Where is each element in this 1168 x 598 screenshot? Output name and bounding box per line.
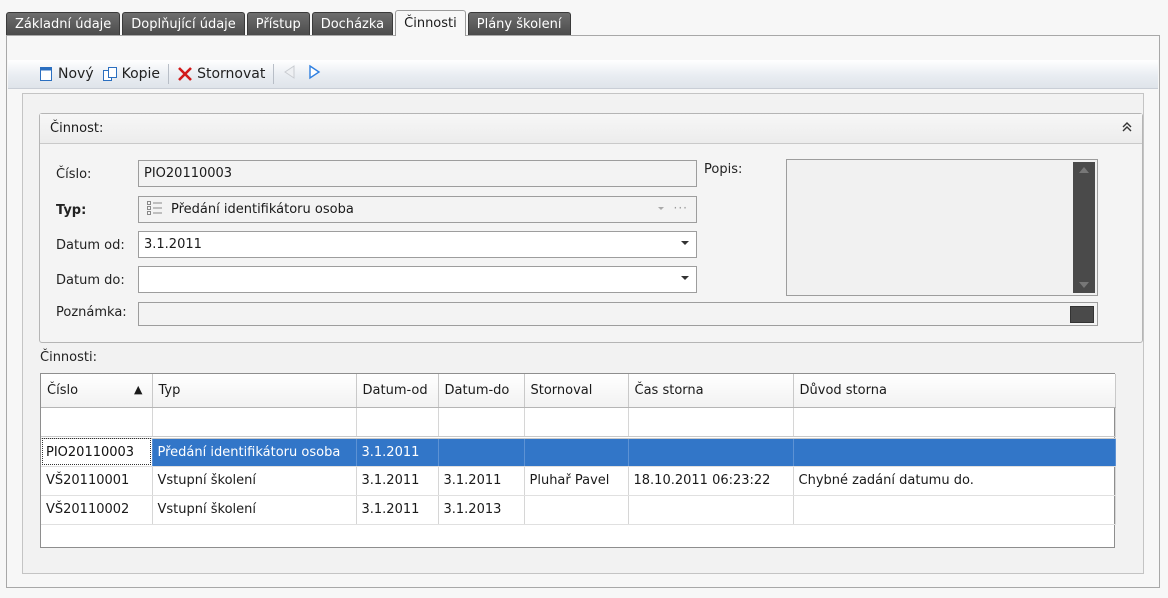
table-cell[interactable]: VŠ20110002 bbox=[41, 495, 153, 525]
chevron-down-icon[interactable] bbox=[681, 276, 689, 280]
popis-label: Popis: bbox=[704, 162, 743, 177]
column-header-cislo[interactable]: Číslo ▲ bbox=[41, 374, 153, 408]
filter-row[interactable] bbox=[41, 407, 1116, 439]
chevron-down-icon[interactable] bbox=[681, 241, 689, 245]
column-header-cas-storna[interactable]: Čas storna bbox=[628, 374, 794, 408]
table-row[interactable]: PIO20110003 Předání identifikátoru osoba… bbox=[41, 437, 1116, 467]
group-title: Činnost: bbox=[50, 121, 104, 136]
table-cell[interactable] bbox=[628, 495, 794, 525]
typ-value: Předání identifikátoru osoba bbox=[171, 202, 354, 217]
toolbar-separator bbox=[168, 64, 170, 84]
column-header-datum-do[interactable]: Datum-do bbox=[438, 374, 525, 408]
collapse-icon[interactable] bbox=[1122, 121, 1132, 136]
next-arrow-icon[interactable] bbox=[306, 64, 322, 84]
table-cell[interactable]: Předání identifikátoru osoba bbox=[152, 437, 357, 467]
table-cell[interactable] bbox=[524, 495, 629, 525]
filter-cell[interactable] bbox=[524, 407, 629, 439]
tab-cinnosti[interactable]: Činnosti bbox=[395, 10, 466, 36]
table-cell[interactable]: Chybné zadání datumu do. bbox=[793, 466, 1116, 496]
sort-ascending-icon: ▲ bbox=[134, 382, 143, 396]
datum-do-label: Datum do: bbox=[56, 273, 125, 288]
copy-icon bbox=[102, 66, 118, 82]
filter-cell[interactable] bbox=[628, 407, 794, 439]
scrollbar[interactable] bbox=[1073, 162, 1095, 293]
table-cell[interactable] bbox=[793, 495, 1116, 525]
table-cell[interactable]: 3.1.2011 bbox=[356, 466, 439, 496]
previous-arrow-icon[interactable] bbox=[282, 64, 298, 84]
table-cell[interactable]: 3.1.2011 bbox=[356, 495, 439, 525]
edit-note-button[interactable] bbox=[1070, 306, 1094, 323]
new-document-icon bbox=[38, 66, 54, 82]
table-cell[interactable]: PIO20110003 bbox=[41, 437, 153, 467]
tab-dochazka[interactable]: Docházka bbox=[311, 12, 394, 36]
column-header-duvod-storna[interactable]: Důvod storna bbox=[793, 374, 1116, 408]
ellipsis-icon[interactable]: ··· bbox=[674, 201, 688, 215]
copy-label: Kopie bbox=[121, 66, 161, 82]
table-cell[interactable] bbox=[524, 437, 629, 467]
table-cell[interactable]: 3.1.2013 bbox=[438, 495, 525, 525]
table-cell[interactable]: 3.1.2011 bbox=[438, 466, 525, 496]
table-cell[interactable]: VŠ20110001 bbox=[41, 466, 153, 496]
new-button[interactable]: Nový bbox=[34, 62, 98, 86]
table-cell[interactable]: Vstupní školení bbox=[152, 466, 357, 496]
column-header-datum-od[interactable]: Datum-od bbox=[356, 374, 439, 408]
cislo-field[interactable]: PIO20110003 bbox=[138, 160, 697, 187]
copy-button[interactable]: Kopie bbox=[98, 62, 164, 86]
scroll-up-icon[interactable] bbox=[1079, 167, 1089, 173]
new-label: Nový bbox=[58, 66, 94, 82]
popis-textarea[interactable] bbox=[786, 159, 1098, 296]
toolbar-separator bbox=[273, 64, 275, 84]
cislo-label: Číslo: bbox=[56, 167, 92, 182]
table-row[interactable]: VŠ20110002 Vstupní školení 3.1.2011 3.1.… bbox=[41, 495, 1116, 525]
table-row[interactable]: VŠ20110001 Vstupní školení 3.1.2011 3.1.… bbox=[41, 466, 1116, 496]
poznamka-label: Poznámka: bbox=[56, 305, 127, 320]
grid-title: Činnosti: bbox=[40, 350, 97, 365]
scroll-down-icon[interactable] bbox=[1079, 282, 1089, 288]
group-header: Činnost: bbox=[40, 114, 1142, 144]
table-cell[interactable]: 3.1.2011 bbox=[356, 437, 439, 467]
datum-od-label: Datum od: bbox=[56, 238, 125, 253]
filter-cell[interactable] bbox=[438, 407, 525, 439]
filter-cell[interactable] bbox=[356, 407, 439, 439]
tab-bar: Základní údaje Doplňující údaje Přístup … bbox=[6, 10, 573, 36]
cancel-button[interactable]: Stornovat bbox=[173, 62, 269, 86]
column-header-typ[interactable]: Typ bbox=[152, 374, 357, 408]
table-cell[interactable] bbox=[628, 437, 794, 467]
table-cell[interactable] bbox=[793, 437, 1116, 467]
filter-cell[interactable] bbox=[41, 407, 153, 439]
cancel-label: Stornovat bbox=[197, 66, 266, 82]
tab-doplnujici-udaje[interactable]: Doplňující údaje bbox=[122, 12, 245, 36]
filter-cell[interactable] bbox=[152, 407, 357, 439]
tab-pristup[interactable]: Přístup bbox=[246, 12, 310, 36]
table-cell[interactable]: Vstupní školení bbox=[152, 495, 357, 525]
table-cell[interactable]: Pluhař Pavel bbox=[524, 466, 629, 496]
column-header-stornoval[interactable]: Stornoval bbox=[524, 374, 629, 408]
activities-grid: Číslo ▲ Typ Datum-od Datum-do Stornoval Č… bbox=[40, 373, 1116, 548]
typ-field[interactable]: Předání identifikátoru osoba ··· bbox=[138, 196, 697, 223]
typ-label: Typ: bbox=[56, 203, 87, 218]
table-cell[interactable]: 18.10.2011 06:23:22 bbox=[628, 466, 794, 496]
header-row: Číslo ▲ Typ Datum-od Datum-do Stornoval Č… bbox=[41, 374, 1116, 408]
close-icon bbox=[177, 66, 193, 82]
list-icon bbox=[147, 200, 163, 219]
datum-od-value: 3.1.2011 bbox=[144, 237, 202, 252]
table-cell[interactable] bbox=[438, 437, 525, 467]
filter-cell[interactable] bbox=[793, 407, 1116, 439]
toolbar: Nový Kopie Stornovat bbox=[8, 60, 1158, 89]
tab-zakladni-udaje[interactable]: Základní údaje bbox=[6, 12, 121, 36]
datum-od-field[interactable]: 3.1.2011 bbox=[138, 231, 697, 258]
activities-table: Číslo ▲ Typ Datum-od Datum-do Stornoval Č… bbox=[41, 374, 1116, 525]
cislo-value: PIO20110003 bbox=[144, 166, 233, 181]
chevron-down-icon[interactable] bbox=[658, 207, 664, 210]
tab-plany-skoleni[interactable]: Plány školení bbox=[467, 12, 571, 36]
poznamka-field[interactable] bbox=[138, 302, 1098, 326]
datum-do-field[interactable] bbox=[138, 266, 697, 293]
